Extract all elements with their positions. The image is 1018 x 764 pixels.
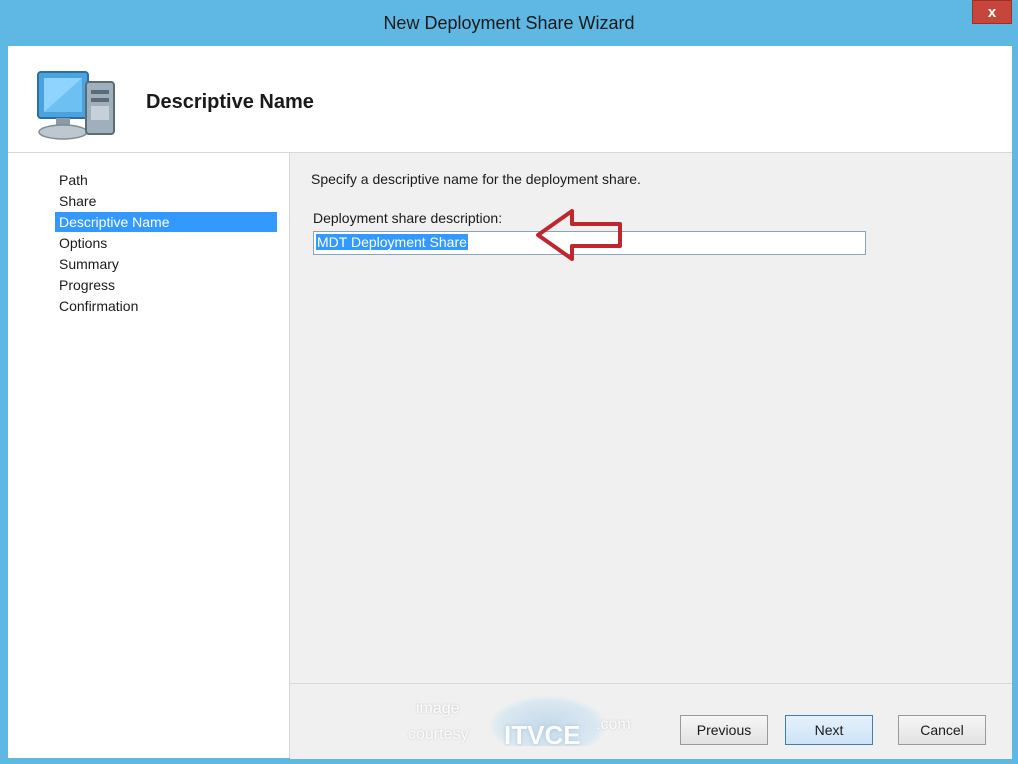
annotation-arrow-icon (536, 209, 622, 261)
computer-icon (37, 71, 115, 140)
watermark-suffix: .com (596, 716, 631, 733)
watermark: image courtesy ITVCE .com (408, 696, 668, 756)
nav-item-options[interactable]: Options (55, 233, 277, 253)
instruction-text: Specify a descriptive name for the deplo… (311, 171, 641, 187)
cancel-button[interactable]: Cancel (898, 715, 986, 745)
description-input-value: MDT Deployment Share (316, 234, 468, 250)
watermark-line1: image (416, 700, 460, 717)
next-button[interactable]: Next (785, 715, 873, 745)
description-label: Deployment share description: (313, 210, 503, 226)
nav-item-path[interactable]: Path (55, 170, 277, 190)
watermark-brand: ITVCE (504, 720, 581, 750)
nav-item-summary[interactable]: Summary (55, 254, 277, 274)
nav-item-share[interactable]: Share (55, 191, 277, 211)
wizard-footer: image courtesy ITVCE .com Previous Next … (290, 683, 1012, 759)
title-bar[interactable]: New Deployment Share Wizard x (0, 0, 1018, 46)
nav-item-descriptive-name[interactable]: Descriptive Name (55, 212, 277, 232)
wizard-steps-nav: Path Share Descriptive Name Options Summ… (8, 153, 290, 758)
wizard-window: New Deployment Share Wizard x Descriptiv… (0, 0, 1018, 764)
window-title: New Deployment Share Wizard (383, 13, 635, 33)
page-title: Descriptive Name (146, 91, 314, 113)
previous-button[interactable]: Previous (680, 715, 768, 745)
nav-item-confirmation[interactable]: Confirmation (55, 296, 277, 316)
close-button[interactable]: x (972, 0, 1012, 24)
nav-item-progress[interactable]: Progress (55, 275, 277, 295)
wizard-client-area: Descriptive Name Path Share Descriptive … (8, 46, 1012, 759)
wizard-header: Descriptive Name (8, 46, 1012, 153)
wizard-content: Specify a descriptive name for the deplo… (290, 153, 1012, 683)
watermark-line2: courtesy (408, 726, 469, 743)
